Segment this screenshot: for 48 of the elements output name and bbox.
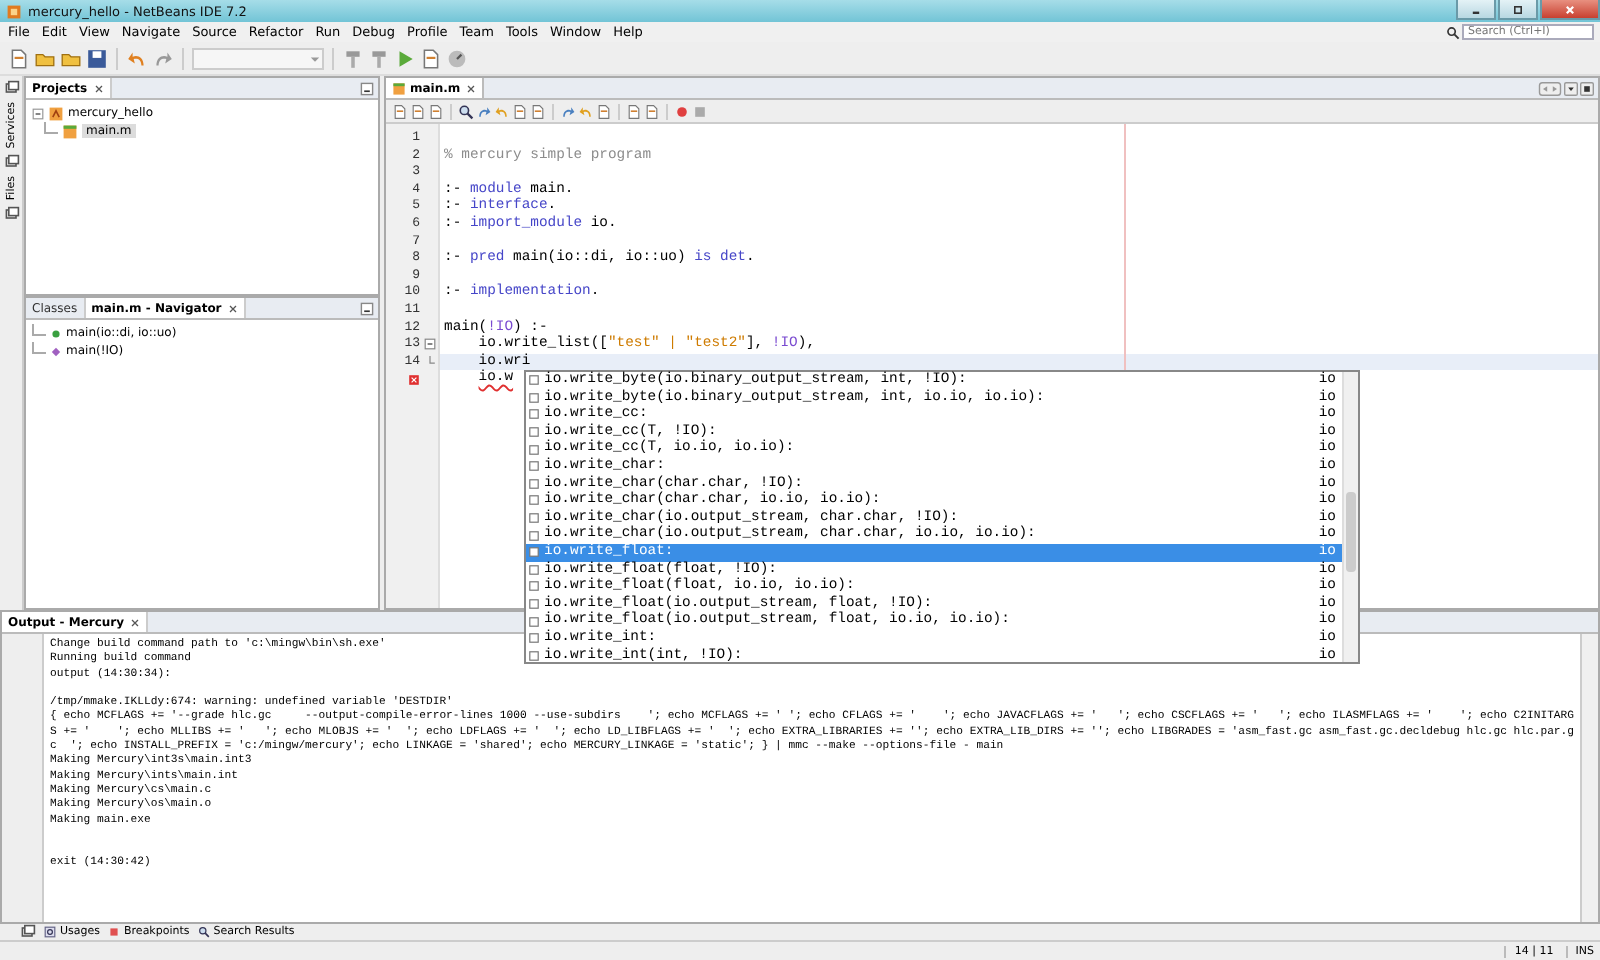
page-icon[interactable] — [596, 103, 612, 119]
cube-icon — [6, 3, 22, 19]
maximize-button[interactable] — [1498, 0, 1538, 20]
run-icon[interactable] — [394, 47, 416, 69]
diamond-icon — [50, 345, 62, 357]
dropdown-icon[interactable] — [1564, 81, 1578, 95]
project-icon — [48, 105, 64, 121]
page-icon[interactable] — [626, 103, 642, 119]
file-icon — [62, 123, 78, 139]
window-icon[interactable] — [20, 924, 36, 940]
new-file-icon[interactable] — [8, 47, 30, 69]
close-icon[interactable] — [130, 617, 141, 627]
search-icon — [197, 926, 210, 938]
scrollbar[interactable] — [1342, 372, 1358, 662]
page-icon[interactable] — [512, 103, 528, 119]
file-icon — [392, 81, 406, 95]
page-icon[interactable] — [420, 47, 442, 69]
page-icon[interactable] — [530, 103, 546, 119]
fold-icon[interactable] — [424, 338, 436, 351]
close-icon[interactable] — [227, 303, 238, 313]
undo-icon[interactable] — [126, 47, 148, 69]
gauge-icon[interactable] — [446, 47, 468, 69]
close-button[interactable] — [1540, 0, 1600, 20]
page-icon[interactable] — [392, 103, 408, 119]
maximize-icon — [1510, 1, 1526, 17]
window-icon[interactable] — [3, 80, 19, 96]
dot-icon — [50, 327, 62, 339]
close-icon[interactable] — [466, 83, 477, 93]
collapse-icon[interactable] — [32, 107, 44, 119]
minimize-icon[interactable] — [360, 301, 374, 315]
close-icon — [1562, 1, 1578, 17]
redo-icon[interactable] — [152, 47, 174, 69]
window-icon[interactable] — [3, 206, 19, 223]
page-icon[interactable] — [644, 103, 660, 119]
minimize-icon[interactable] — [360, 81, 374, 95]
page-icon[interactable] — [410, 103, 426, 119]
square-icon — [108, 926, 121, 938]
close-icon[interactable] — [93, 83, 104, 93]
hammer-icon[interactable] — [368, 47, 390, 69]
fold-end-icon — [424, 356, 436, 369]
error-icon — [408, 373, 420, 386]
page-icon[interactable] — [428, 103, 444, 119]
record-icon[interactable] — [674, 103, 690, 119]
search-icon — [1446, 25, 1460, 39]
maximize-icon[interactable] — [1580, 81, 1594, 95]
save-icon[interactable] — [86, 47, 108, 69]
hammer-icon[interactable] — [342, 47, 364, 69]
window-icon[interactable] — [3, 154, 19, 171]
